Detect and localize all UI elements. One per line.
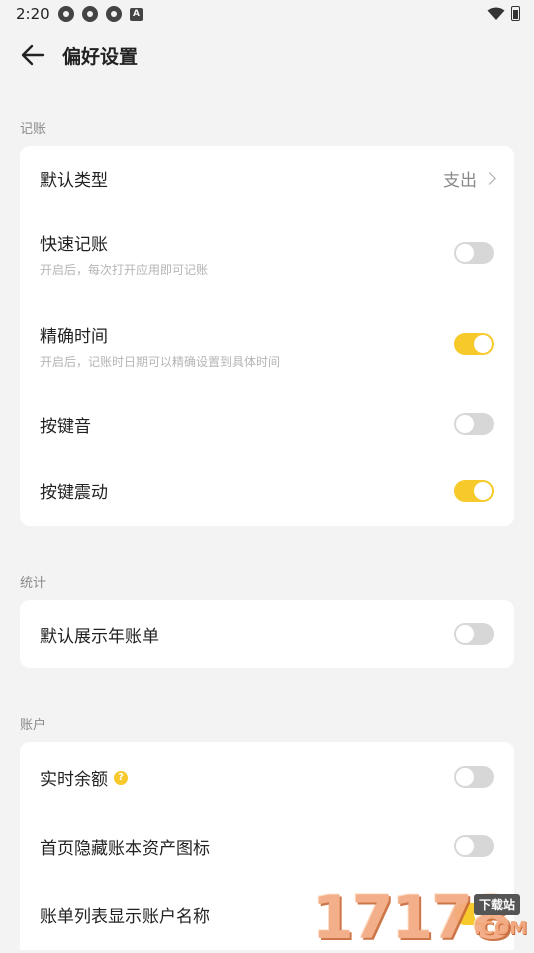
setting-description: 开启后，记账时日期可以精确设置到具体时间 [40, 355, 281, 369]
setting-key-vibration: 按键震动 [20, 458, 514, 526]
question-icon[interactable]: ? [114, 770, 128, 785]
watermark-com: .COM [474, 918, 528, 939]
status-icons-right [487, 6, 520, 21]
section-title-bookkeeping: 记账 [20, 122, 47, 137]
setting-value: 支出 [443, 166, 496, 191]
toggle-knob [456, 415, 474, 433]
chevron-right-icon [483, 172, 496, 185]
default-type-value: 支出 [443, 171, 477, 191]
setting-label: 实时余额 ? [40, 765, 128, 790]
card-bookkeeping: 默认类型 支出 快速记账 开启后，每次打开应用即可记账 精确时间 开启后，记账时… [20, 146, 514, 526]
toggle-knob [456, 244, 474, 262]
setting-label: 默认类型 [40, 171, 108, 191]
key-vibration-toggle[interactable] [454, 480, 494, 502]
toggle-knob [456, 837, 474, 855]
realtime-balance-label: 实时余额 [40, 770, 108, 790]
section-title-statistics: 统计 [20, 576, 47, 591]
status-bar: 2:20 A [0, 0, 534, 28]
setting-precise-time: 精确时间 开启后，记账时日期可以精确设置到具体时间 [20, 300, 514, 392]
app-header: 偏好设置 [0, 30, 534, 78]
setting-quick-bookkeeping: 快速记账 开启后，每次打开应用即可记账 [20, 208, 514, 300]
status-time: 2:20 [16, 5, 50, 23]
key-sound-toggle[interactable] [454, 413, 494, 435]
setting-label: 账单列表显示账户名称 [40, 907, 210, 927]
toggle-knob [456, 625, 474, 643]
card-statistics: 默认展示年账单 [20, 600, 514, 668]
arrow-left-icon[interactable] [18, 40, 48, 70]
wifi-icon [487, 7, 505, 20]
toggle-knob [474, 482, 492, 500]
realtime-balance-toggle[interactable] [454, 766, 494, 788]
setting-label: 按键震动 [40, 483, 108, 503]
setting-hide-book-asset-icon: 首页隐藏账本资产图标 [20, 810, 514, 878]
setting-label: 首页隐藏账本资产图标 [40, 839, 210, 859]
setting-realtime-balance: 实时余额 ? [20, 742, 514, 810]
setting-key-sound: 按键音 [20, 392, 514, 458]
toggle-knob [456, 768, 474, 786]
setting-description: 开启后，每次打开应用即可记账 [40, 263, 209, 277]
setting-show-year-bill: 默认展示年账单 [20, 600, 514, 668]
toggle-knob [474, 335, 492, 353]
precise-time-toggle[interactable] [454, 333, 494, 355]
watermark-tag: 下载站 [474, 894, 521, 915]
status-icons-left: A [58, 6, 143, 22]
show-year-bill-toggle[interactable] [454, 623, 494, 645]
notification-icon [58, 6, 74, 22]
setting-label: 快速记账 [40, 235, 108, 255]
watermark: 17178 下载站 .COM [312, 886, 534, 950]
section-title-account: 账户 [20, 718, 47, 733]
notification-icon [106, 6, 122, 22]
battery-icon [511, 6, 520, 21]
setting-label: 默认展示年账单 [40, 627, 159, 647]
page-title: 偏好设置 [62, 46, 139, 68]
quick-bookkeeping-toggle[interactable] [454, 242, 494, 264]
notification-icon [82, 6, 98, 22]
setting-default-type[interactable]: 默认类型 支出 [20, 146, 514, 208]
app-a-icon: A [130, 7, 143, 21]
hide-book-asset-icon-toggle[interactable] [454, 835, 494, 857]
setting-label: 精确时间 [40, 327, 108, 347]
setting-label: 按键音 [40, 417, 91, 437]
